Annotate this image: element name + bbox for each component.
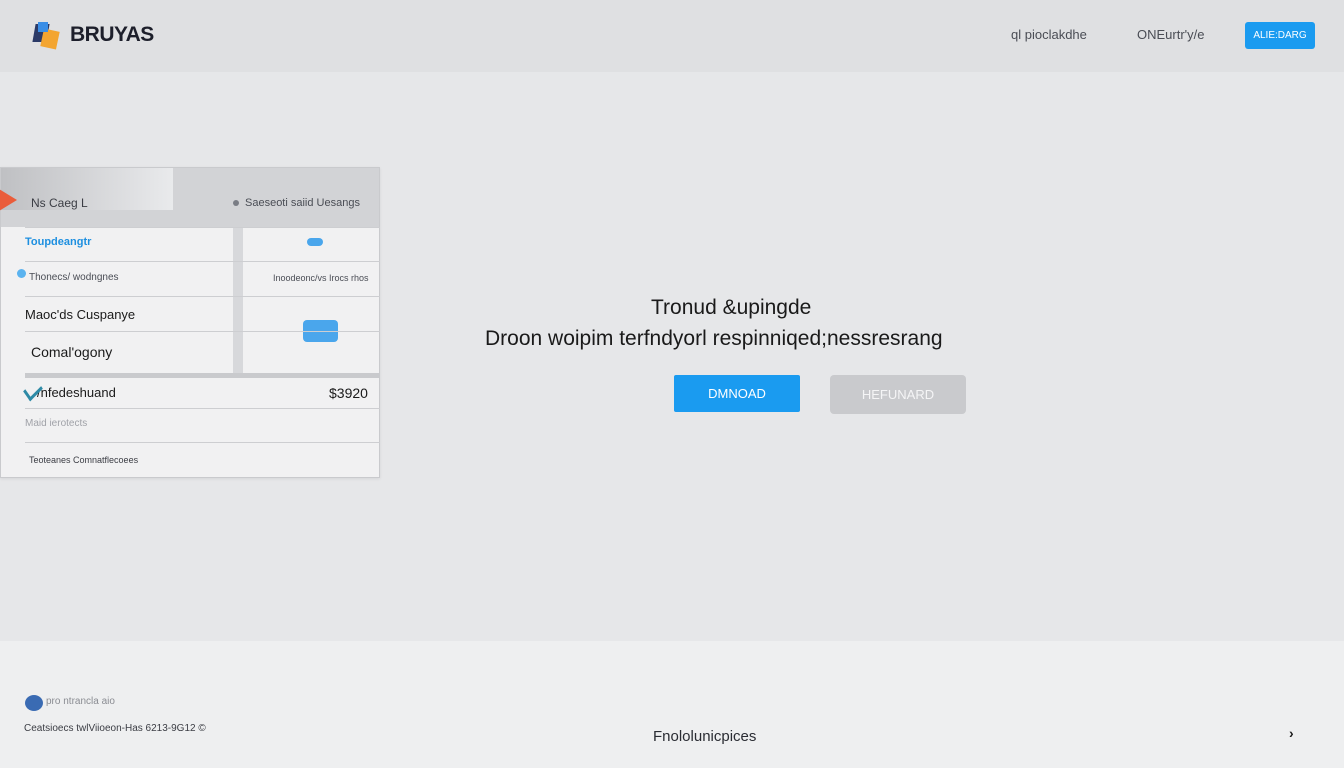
- table-row[interactable]: Comal'ogony: [25, 331, 380, 373]
- table-row[interactable]: Thonecs/ wodngnes Inoodeonc/vs Irocs rho…: [25, 261, 380, 296]
- table-row[interactable]: Toupdeangtr: [25, 227, 380, 261]
- row-label: Comal'ogony: [31, 344, 113, 360]
- page-footer: pro ntrancla aio Ceatsioecs twlViioeon-H…: [0, 641, 1344, 768]
- table-row[interactable]: Teoteanes Comnatflecoees: [25, 442, 380, 477]
- logo-mark-icon: [32, 20, 72, 52]
- row-value: $3920: [329, 385, 368, 401]
- nav-link-2[interactable]: ONEurtr'y/e: [1137, 27, 1205, 42]
- brand-logo[interactable]: BRUYAS: [32, 20, 154, 52]
- row-indicator-icon: [17, 269, 26, 278]
- row-label: Toupdeangtr: [25, 236, 92, 248]
- download-button[interactable]: DMNOAD: [674, 375, 800, 412]
- table-header-left-label: Ns Caeg L: [31, 196, 88, 210]
- brand-name: BRUYAS: [70, 23, 154, 46]
- chevron-right-icon[interactable]: ›: [1289, 725, 1294, 741]
- secondary-button[interactable]: HEFUNARD: [830, 375, 966, 414]
- table-row[interactable]: /nfedeshuand $3920: [25, 373, 380, 408]
- footer-tagline: pro ntrancla aio: [46, 696, 115, 707]
- table-header: Ns Caeg L Saeseoti saiid Uesangs: [0, 168, 379, 227]
- footer-link[interactable]: Fnololunicpices: [653, 728, 756, 745]
- table-row[interactable]: Maid ierotects: [25, 408, 380, 442]
- row-label: Teoteanes Comnatflecoees: [29, 455, 139, 465]
- header-cta-button[interactable]: ALIE:DARG: [1245, 22, 1315, 49]
- nav-link-1[interactable]: ql pioclakdhe: [1011, 27, 1087, 42]
- row-label: /nfedeshuand: [37, 385, 116, 400]
- table-row[interactable]: Maoc'ds Cuspanye: [25, 296, 380, 342]
- data-table-panel: Ns Caeg L Saeseoti saiid Uesangs Toupdea…: [0, 167, 380, 478]
- table-search-label[interactable]: Saeseoti saiid Uesangs: [233, 197, 360, 209]
- status-chip-icon: [307, 238, 323, 246]
- hero-title: Tronud &upingde: [651, 296, 812, 319]
- row-label: Maid ierotects: [25, 418, 88, 429]
- row-label: Thonecs/ wodngnes: [29, 272, 119, 283]
- row-label: Maoc'ds Cuspanye: [25, 307, 136, 322]
- footer-logo-icon: [25, 695, 43, 711]
- row-value: Inoodeonc/vs Irocs rhos: [273, 273, 369, 283]
- arrow-marker-icon: [0, 189, 17, 211]
- top-navigation-bar: BRUYAS ql pioclakdhe ONEurtr'y/e ALIE:DA…: [0, 0, 1344, 72]
- footer-copyright: Ceatsioecs twlViioeon-Has 6213-9G12 ©: [24, 723, 206, 734]
- hero-subtitle: Droon woipim terfndyorl respinniqed;ness…: [485, 327, 943, 350]
- search-icon: [233, 200, 239, 207]
